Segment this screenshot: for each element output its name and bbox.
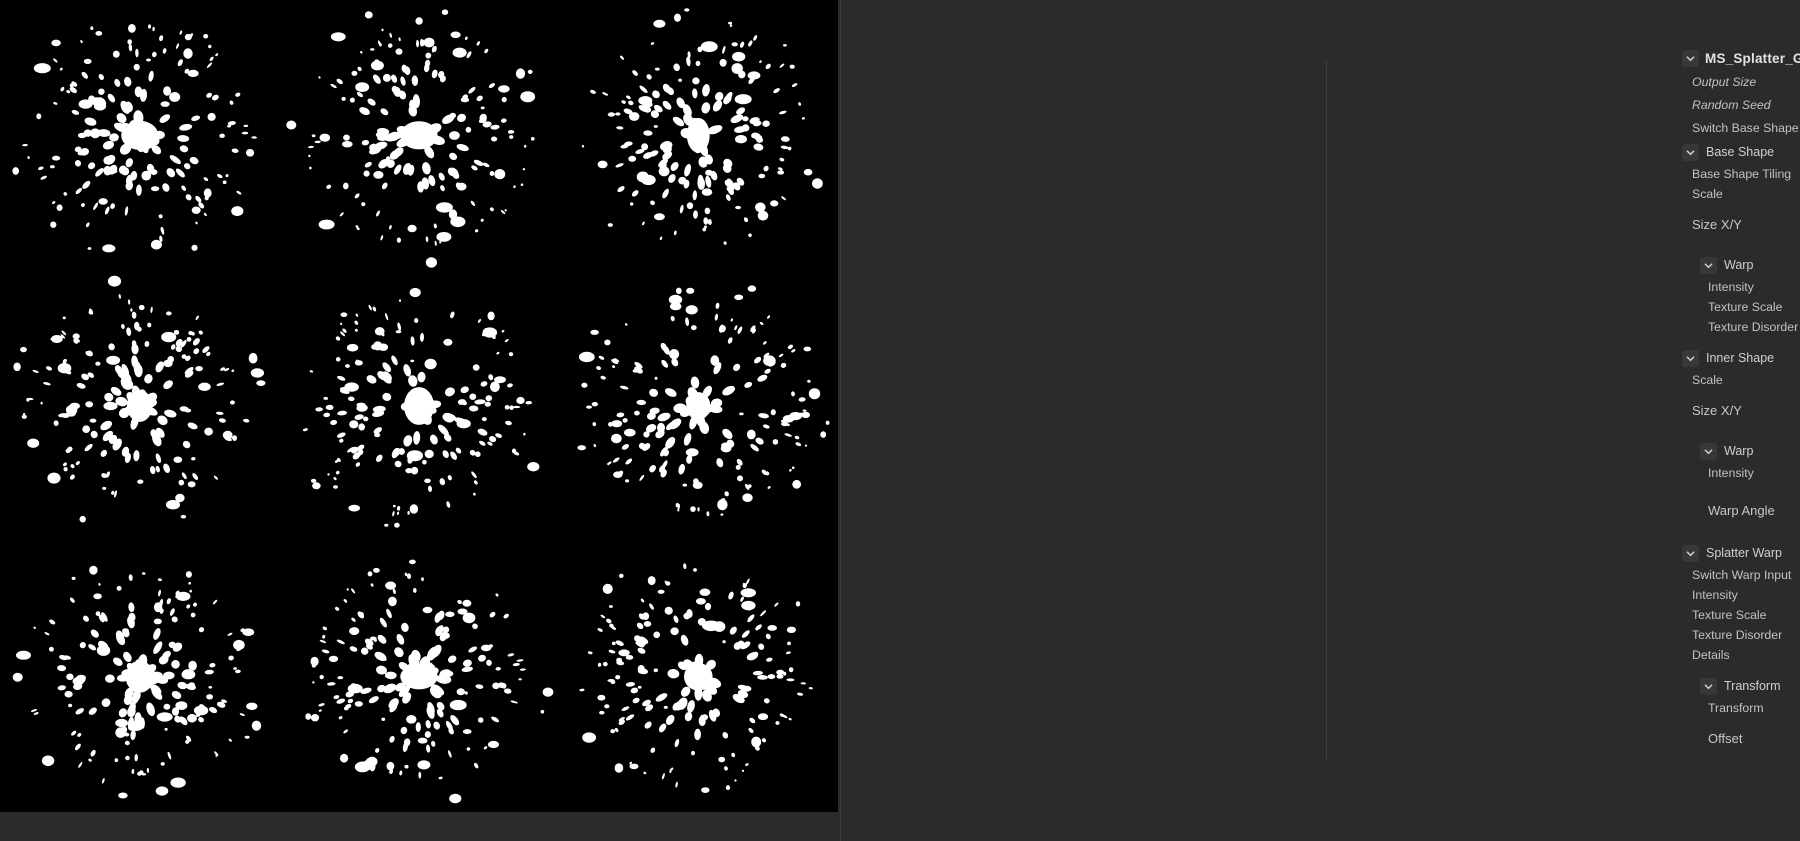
- output-size-row: Output Size 2048 2048: [1692, 71, 1800, 93]
- panel-divider-mid: [1326, 60, 1327, 760]
- output-size-label: Output Size: [1692, 75, 1757, 89]
- viewport-panel: [0, 0, 840, 841]
- row-intensity: Intensity 0 3 3.000: [1692, 585, 1800, 604]
- panel-divider-left: [840, 0, 841, 841]
- texture-disorder-label: Texture Disorder: [1708, 319, 1799, 334]
- chevron-down-icon[interactable]: [1700, 677, 1717, 695]
- row-texture-scale: Texture Scale 1 64 5: [1708, 297, 1800, 316]
- section-splatter-warp-label: Splatter Warp: [1706, 546, 1782, 560]
- texture-scale-label: Texture Scale: [1708, 299, 1783, 314]
- chevron-down-icon[interactable]: [1700, 256, 1717, 274]
- row-size-x-y: Size X/Y X: 0 1 0.500 Y: 0 1: [1692, 204, 1800, 244]
- section-transform[interactable]: Transform: [1678, 674, 1800, 698]
- row-warp-angle: Warp Angle 0.333 turns: [1708, 488, 1800, 532]
- base-shape-tiling-label: Base Shape Tiling: [1692, 166, 1792, 181]
- splatter-grid-canvas: [0, 0, 838, 812]
- splatter-preview[interactable]: [0, 0, 838, 812]
- texture-scale-label: Texture Scale: [1692, 607, 1767, 622]
- row-scale: Scale 0 1 0.113: [1692, 370, 1800, 389]
- app-window: MS_Splatter_Generator_Grid Presets Outpu…: [0, 0, 1800, 841]
- node-header: MS_Splatter_Generator_Grid Presets: [1678, 45, 1800, 71]
- switch-warp-input-label: Switch Warp Input: [1692, 567, 1792, 582]
- texture-disorder-label: Texture Disorder: [1692, 627, 1783, 642]
- row-intensity: Intensity 0 5 3.389: [1708, 277, 1800, 296]
- details-label: Details: [1692, 647, 1730, 662]
- section-base-shape[interactable]: Base Shape: [1678, 140, 1800, 164]
- row-switch-warp-input: Switch Warp Input Dir. Noise: [1692, 565, 1800, 584]
- section-base-shape-warp[interactable]: Warp: [1678, 253, 1800, 277]
- intensity-label: Intensity: [1692, 587, 1738, 602]
- switch-base-shape-row: Switch Base Shape Circle: [1692, 117, 1800, 139]
- left-sections: Base Shape Base Shape Tiling 2 16 3 Scal…: [1678, 140, 1800, 767]
- intensity-label: Intensity: [1708, 279, 1754, 294]
- section-transform-label: Transform: [1724, 679, 1781, 693]
- scale-label: Scale: [1692, 186, 1723, 201]
- random-seed-label: Random Seed: [1692, 98, 1771, 112]
- row-scale: Scale 0 1 0.564: [1692, 184, 1800, 203]
- switch-base-shape-label: Switch Base Shape: [1692, 121, 1799, 135]
- row-intensity: Intensity 0 20 17.860: [1708, 463, 1800, 482]
- chevron-down-icon[interactable]: [1682, 349, 1699, 367]
- row-transform: Transform 0.500 0.000 0.000 0.500: [1708, 698, 1800, 717]
- intensity-label: Intensity: [1708, 465, 1754, 480]
- section-inner-shape-warp-label: Warp: [1724, 444, 1754, 458]
- section-splatter-warp[interactable]: Splatter Warp: [1678, 541, 1800, 565]
- node-title: MS_Splatter_Generator_Grid: [1705, 50, 1800, 66]
- scale-label: Scale: [1692, 372, 1723, 387]
- row-base-shape-tiling: Base Shape Tiling 2 16 3: [1692, 164, 1800, 183]
- row-size-x-y: Size X/Y X: 0 1 0.897 Y: 0 1: [1692, 390, 1800, 430]
- row-details: Details 0 16 2.422: [1692, 645, 1800, 664]
- chevron-down-icon[interactable]: [1682, 49, 1699, 67]
- chevron-down-icon[interactable]: [1700, 442, 1717, 460]
- offset-label: Offset: [1708, 730, 1743, 746]
- section-inner-shape-warp[interactable]: Warp: [1678, 439, 1800, 463]
- size-x-y-label: Size X/Y: [1692, 402, 1742, 418]
- size-x-y-label: Size X/Y: [1692, 216, 1742, 232]
- row-texture-scale: Texture Scale 1 8 1: [1692, 605, 1800, 624]
- section-inner-shape[interactable]: Inner Shape: [1678, 346, 1800, 370]
- random-seed-row: Random Seed 0x0 Randomize: [1692, 94, 1800, 116]
- section-inner-shape-label: Inner Shape: [1706, 351, 1775, 365]
- chevron-down-icon[interactable]: [1682, 143, 1699, 161]
- properties-panel: MS_Splatter_Generator_Grid Presets Outpu…: [840, 0, 1800, 841]
- row-offset: Offset X: -0.5 0.5 0.015 Y: -0.5 0.5: [1708, 718, 1800, 758]
- transform-label: Transform: [1708, 700, 1764, 715]
- properties-column-left: MS_Splatter_Generator_Grid Presets Outpu…: [1678, 0, 1800, 767]
- row-texture-disorder: Texture Disorder 0 1 0.000: [1708, 317, 1800, 336]
- section-base-shape-label: Base Shape: [1706, 145, 1775, 159]
- section-base-shape-warp-label: Warp: [1724, 258, 1754, 272]
- chevron-down-icon[interactable]: [1682, 544, 1699, 562]
- warp-angle-label: Warp Angle: [1708, 502, 1775, 518]
- row-texture-disorder: Texture Disorder 0 1 0.000: [1692, 625, 1800, 644]
